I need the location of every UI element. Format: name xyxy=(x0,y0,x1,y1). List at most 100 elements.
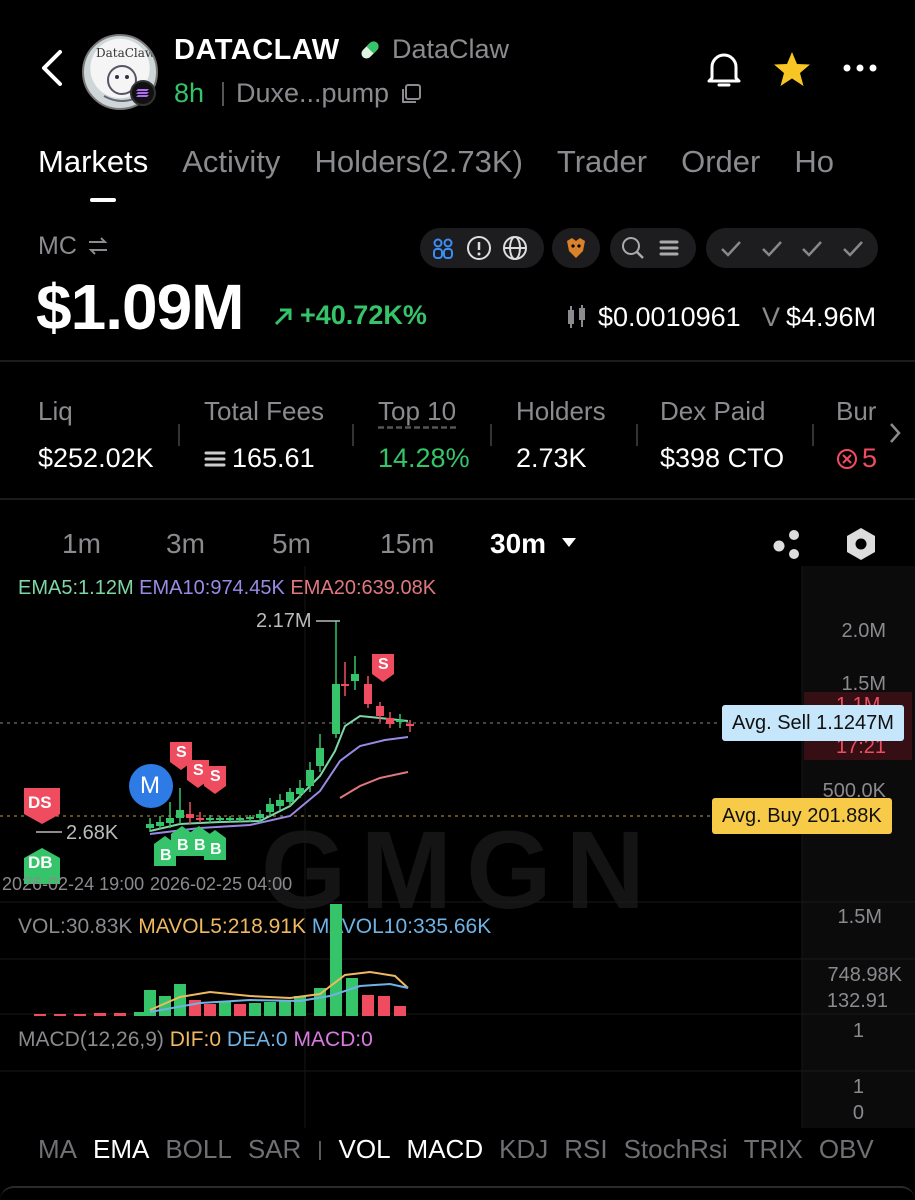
divider xyxy=(636,424,638,446)
indicator-macd[interactable]: MACD xyxy=(407,1134,484,1166)
volume-bar xyxy=(54,1014,66,1016)
timeframe-1m[interactable]: 1m xyxy=(62,528,101,560)
marker-label: B xyxy=(160,847,172,864)
macd-y-tick: 1 xyxy=(852,1076,864,1098)
indicator-trix[interactable]: TRIX xyxy=(744,1134,803,1166)
stat-dex-paid: Dex Paid $398 CTO xyxy=(660,396,784,474)
swap-icon[interactable] xyxy=(86,234,110,258)
stack-icon xyxy=(204,451,226,466)
divider xyxy=(0,360,915,362)
y-tick: 2.0M xyxy=(841,620,886,642)
volume-bar xyxy=(114,1013,126,1016)
indicator-kdj[interactable]: KDJ xyxy=(499,1134,548,1166)
volume-chart xyxy=(34,904,409,1016)
volume-bar xyxy=(234,1004,246,1016)
arrow-up-right-icon xyxy=(274,308,292,326)
volume-bar xyxy=(264,1002,276,1016)
timeframe-5m[interactable]: 5m xyxy=(272,528,311,560)
copy-icon[interactable] xyxy=(400,83,422,105)
stat-liq: Liq $252.02K xyxy=(38,396,154,474)
x-circle-icon xyxy=(837,448,857,469)
tab-holders[interactable]: Holders(2.73K) xyxy=(314,144,522,180)
stat-value: 14.28% xyxy=(378,443,470,473)
tab-trader[interactable]: Trader xyxy=(557,144,647,180)
stat-top10[interactable]: Top 10 14.28% xyxy=(378,396,470,474)
stat-value: $398 CTO xyxy=(660,443,785,473)
globe-icon xyxy=(503,236,527,260)
volume-label: V xyxy=(762,302,781,332)
active-tab-indicator xyxy=(90,198,116,202)
indicator-vol[interactable]: VOL xyxy=(339,1134,391,1166)
x-tick: 2026-02-24 19:00 xyxy=(2,874,145,894)
tab-bar: Markets Activity Holders(2.73K) Trader O… xyxy=(38,144,878,180)
solana-chain-icon xyxy=(130,80,156,106)
volume-bar xyxy=(74,1014,86,1016)
vol-y-tick: 748.98K xyxy=(827,964,902,986)
mc-change: +40.72K% xyxy=(300,300,427,330)
marker-label: B xyxy=(210,841,222,858)
hex-settings-icon[interactable] xyxy=(844,526,878,562)
search-icon xyxy=(622,237,644,259)
search-chip[interactable] xyxy=(610,228,696,268)
tab-order[interactable]: Order xyxy=(681,144,760,180)
volume-bar xyxy=(94,1013,106,1016)
tab-markets[interactable]: Markets xyxy=(38,144,148,180)
users-icon xyxy=(433,238,453,259)
marker-label: M xyxy=(140,772,160,799)
volume-bar xyxy=(394,1006,406,1016)
marker-label: B xyxy=(177,837,189,854)
checks-chip[interactable] xyxy=(706,228,878,268)
token-name: DataClaw xyxy=(392,34,510,64)
indicator-ema[interactable]: EMA xyxy=(93,1134,149,1166)
indicator-sar[interactable]: SAR xyxy=(248,1134,301,1166)
indicator-separator: | xyxy=(317,1139,323,1161)
stat-value: $252.02K xyxy=(38,443,154,473)
token-price: $0.0010961 xyxy=(598,302,741,332)
back-icon[interactable] xyxy=(36,48,70,88)
market-cap-value: $1.09M xyxy=(36,271,244,343)
stat-total-fees: Total Fees 165.61 xyxy=(204,396,324,474)
chevron-right-icon[interactable] xyxy=(886,420,904,446)
volume-value: $4.96M xyxy=(786,302,877,332)
check-icon xyxy=(802,241,823,257)
indicator-rsi[interactable]: RSI xyxy=(564,1134,607,1166)
indicator-obv[interactable]: OBV xyxy=(819,1134,874,1166)
token-age: 8h xyxy=(174,78,205,108)
token-address[interactable]: Duxe...pump xyxy=(236,78,389,109)
x-tick: 2026-02-25 04:00 xyxy=(150,874,293,894)
marker-label: B xyxy=(194,837,206,854)
stack-icon xyxy=(659,240,679,256)
tab-activity[interactable]: Activity xyxy=(182,144,280,180)
dea-value: DEA:0 xyxy=(226,1028,288,1051)
stat-value: 5 xyxy=(862,443,878,473)
more-icon[interactable] xyxy=(842,58,878,78)
indicator-ma[interactable]: MA xyxy=(38,1134,77,1166)
eagle-icon xyxy=(567,238,585,258)
timeframe-3m[interactable]: 3m xyxy=(166,528,205,560)
eagle-chip[interactable] xyxy=(552,228,600,268)
indicator-stochrsi[interactable]: StochRsi xyxy=(624,1134,728,1166)
stat-value-row: 5 xyxy=(836,443,880,474)
social-chip[interactable] xyxy=(420,228,544,268)
volume-bar xyxy=(314,988,326,1016)
volume-bar xyxy=(249,1003,261,1016)
marker-label: S xyxy=(378,656,389,673)
mc-label: MC xyxy=(38,232,77,260)
stat-value: 165.61 xyxy=(232,443,315,473)
bell-icon[interactable] xyxy=(704,48,744,90)
marker-label: S xyxy=(176,744,187,761)
check-icon xyxy=(842,241,863,257)
dots-icon[interactable] xyxy=(770,528,806,560)
star-icon[interactable] xyxy=(772,50,812,88)
tab-more[interactable]: Ho xyxy=(794,144,834,180)
divider xyxy=(490,424,492,446)
timeframe-15m[interactable]: 15m xyxy=(380,528,434,560)
check-icon xyxy=(721,241,742,257)
divider xyxy=(222,82,224,106)
indicator-boll[interactable]: BOLL xyxy=(165,1134,232,1166)
divider xyxy=(178,424,180,446)
caret-down-icon[interactable] xyxy=(562,538,576,548)
macd-y-tick: 1 xyxy=(852,1020,864,1042)
timeframe-30m[interactable]: 30m xyxy=(490,528,546,560)
dif-value: DIF:0 xyxy=(169,1028,222,1051)
